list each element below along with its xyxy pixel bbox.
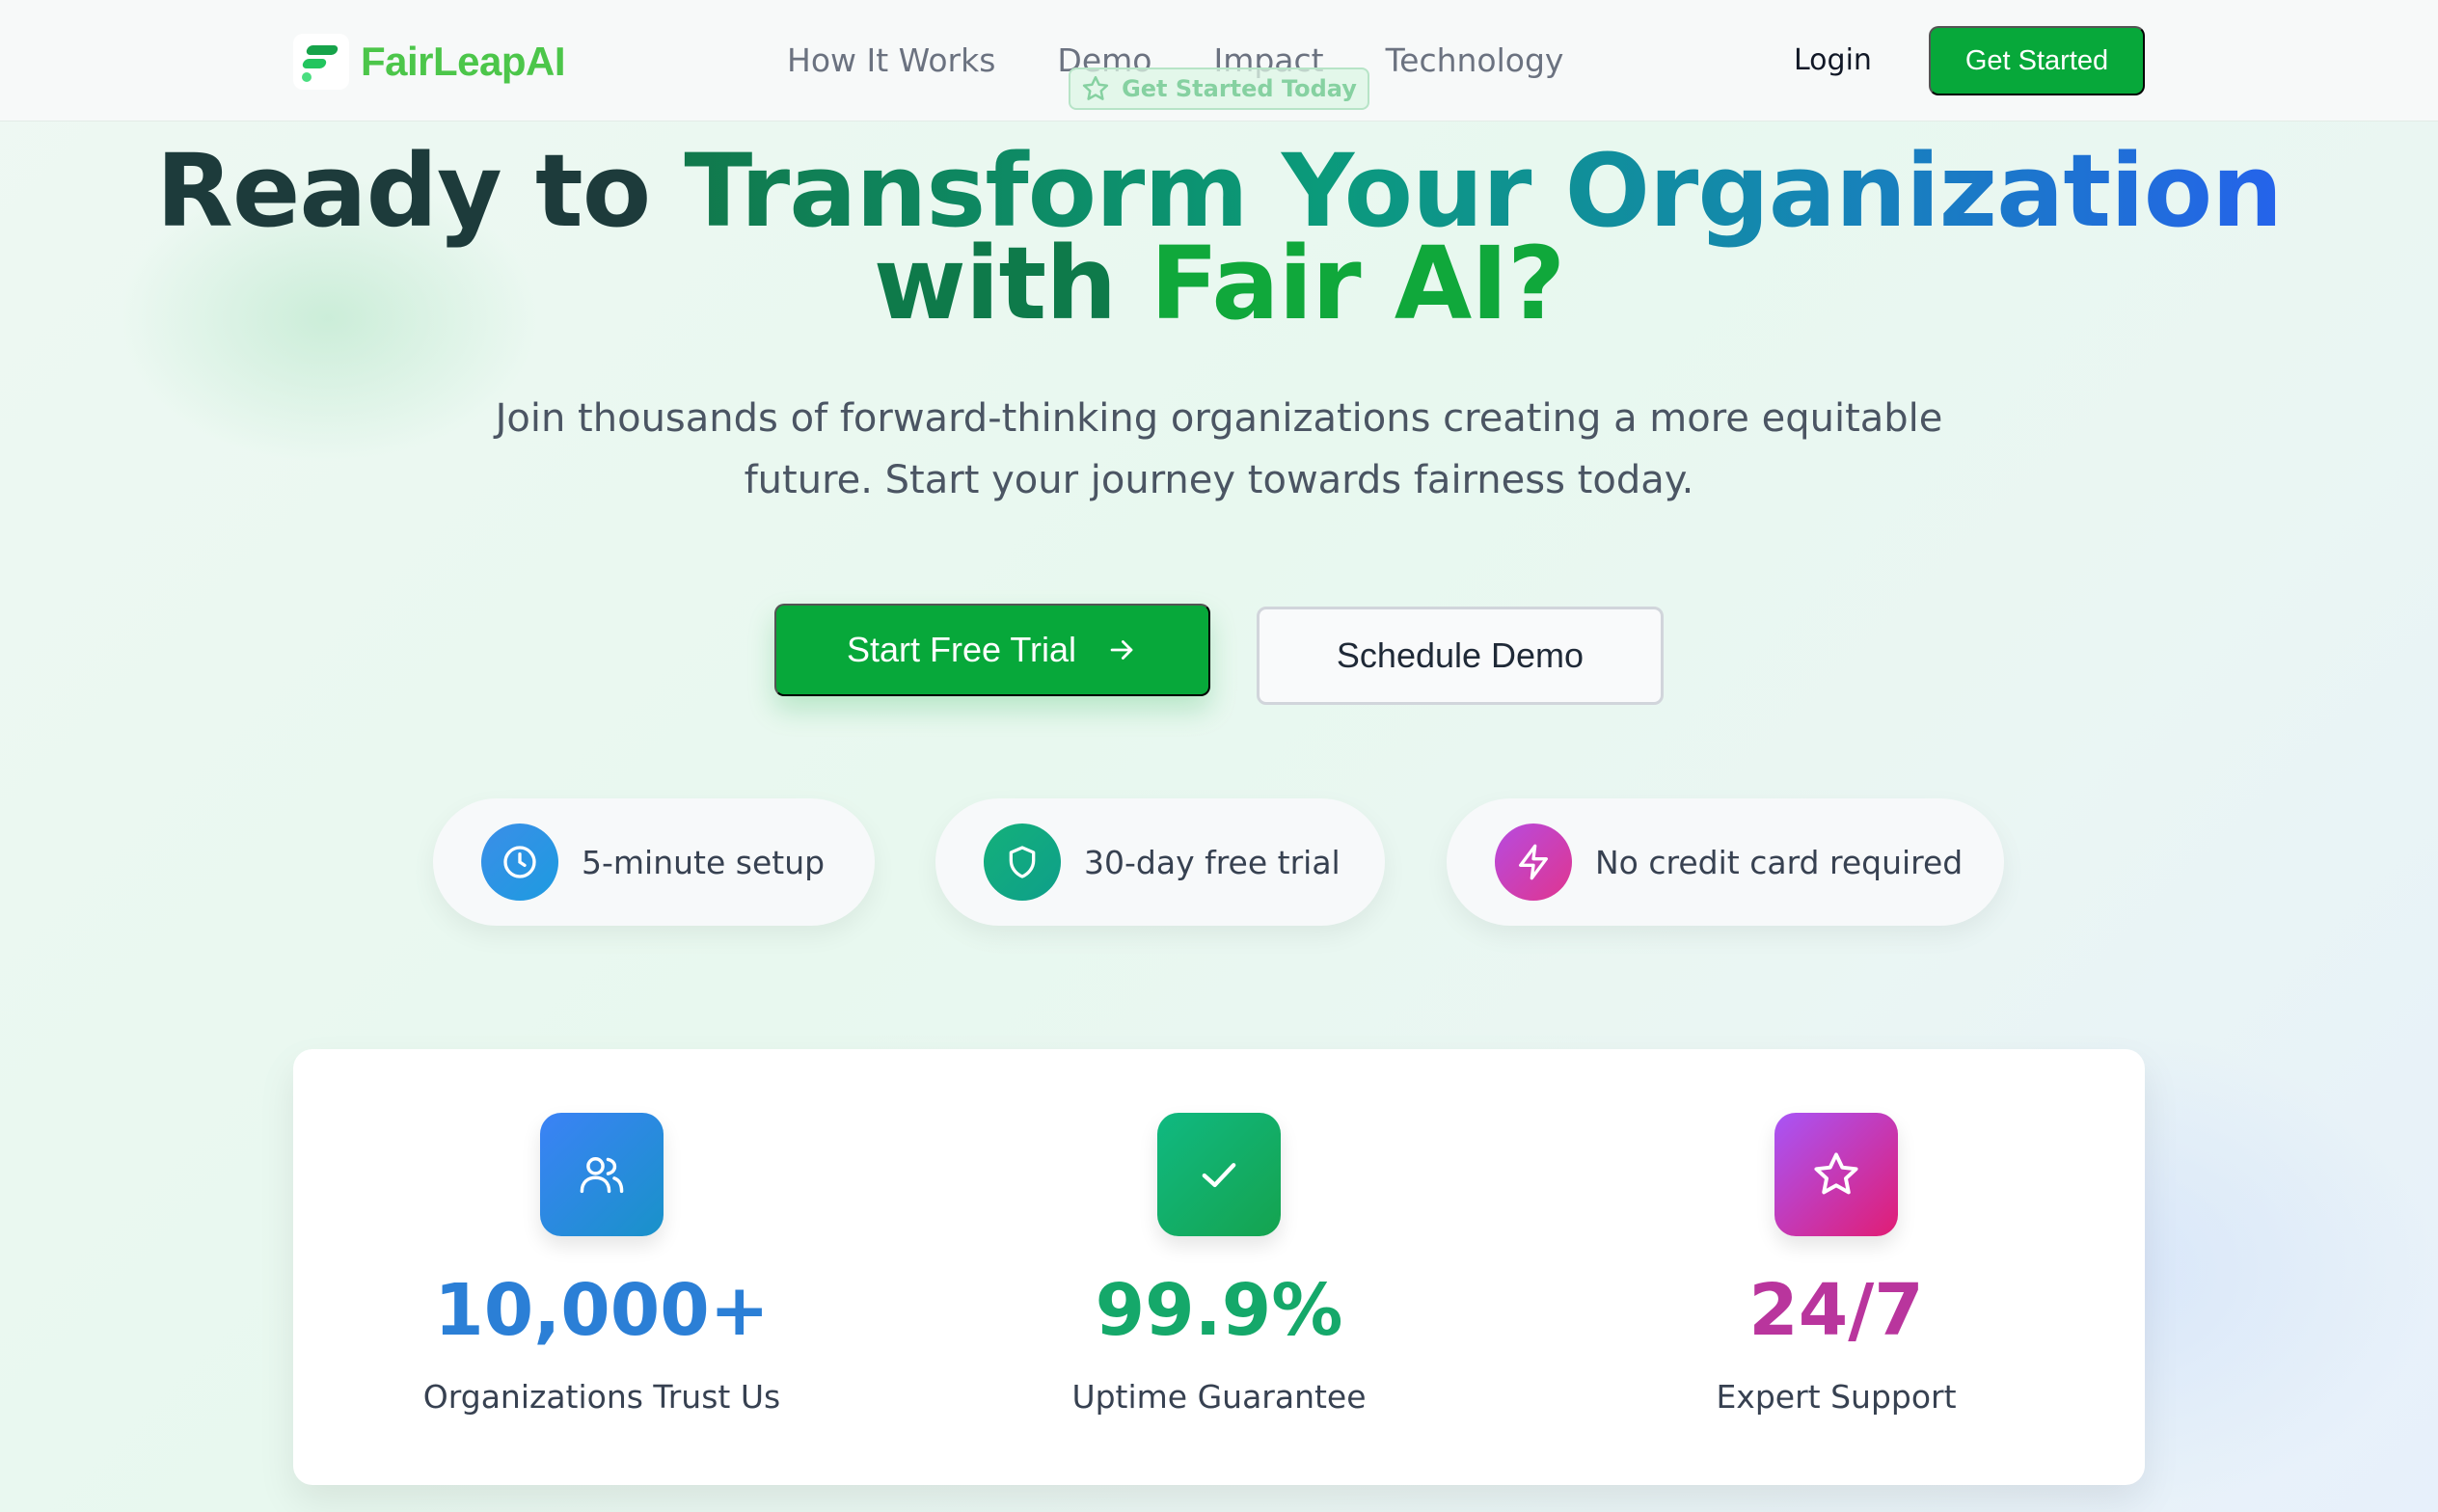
badge-label: Get Started Today xyxy=(1122,75,1357,102)
stat-uptime: 99.9% Uptime Guarantee xyxy=(910,1049,1528,1485)
get-started-today-badge: Get Started Today xyxy=(1069,68,1369,110)
logo-icon xyxy=(293,34,349,90)
feature-pill-no-card: No credit card required xyxy=(1447,798,2004,926)
shield-icon xyxy=(984,824,1061,901)
start-free-trial-button[interactable]: Start Free Trial xyxy=(774,604,1210,696)
page-headline: Ready to Transform Your Organization wit… xyxy=(0,141,2438,334)
star-icon xyxy=(1082,75,1109,100)
feature-pill-trial: 30-day free trial xyxy=(935,798,1385,926)
stat-value: 10,000+ xyxy=(434,1269,770,1352)
subtitle-line-2: future. Start your journey towards fairn… xyxy=(744,458,1694,502)
lightning-icon xyxy=(1495,824,1572,901)
users-icon xyxy=(540,1113,664,1236)
check-icon xyxy=(1157,1113,1281,1236)
headline-part-3: with xyxy=(873,225,1151,342)
arrow-right-icon xyxy=(1110,640,1133,660)
start-free-trial-label: Start Free Trial xyxy=(846,630,1077,669)
star-icon xyxy=(1774,1113,1898,1236)
stat-label: Expert Support xyxy=(1716,1378,1957,1416)
feature-pill-setup: 5-minute setup xyxy=(433,798,875,926)
stat-value: 99.9% xyxy=(1095,1269,1343,1352)
stat-support: 24/7 Expert Support xyxy=(1528,1049,2145,1485)
schedule-demo-button[interactable]: Schedule Demo xyxy=(1257,607,1664,705)
feature-label: 30-day free trial xyxy=(1084,843,1341,881)
hero-subtitle: Join thousands of forward-thinking organ… xyxy=(424,388,2014,511)
feature-label: No credit card required xyxy=(1595,843,1964,881)
headline-part-1: Ready to xyxy=(155,132,685,250)
stat-label: Uptime Guarantee xyxy=(1071,1378,1367,1416)
stat-value: 24/7 xyxy=(1748,1269,1924,1352)
headline-part-4: Fair AI? xyxy=(1150,225,1565,342)
top-navbar: FairLeapAI How It Works Demo Impact Tech… xyxy=(0,0,2438,122)
brand-logo[interactable]: FairLeapAI xyxy=(293,33,566,91)
brand-name: FairLeapAI xyxy=(361,39,566,84)
feature-label: 5-minute setup xyxy=(582,843,826,881)
get-started-button[interactable]: Get Started xyxy=(1929,26,2145,95)
stat-organizations: 10,000+ Organizations Trust Us xyxy=(293,1049,910,1485)
nav-link-how-it-works[interactable]: How It Works xyxy=(787,37,995,85)
nav-link-technology[interactable]: Technology xyxy=(1386,37,1564,85)
stats-card: 10,000+ Organizations Trust Us 99.9% Upt… xyxy=(293,1049,2145,1485)
login-link[interactable]: Login xyxy=(1794,37,1872,85)
subtitle-line-1: Join thousands of forward-thinking organ… xyxy=(495,396,1943,441)
clock-icon xyxy=(481,824,558,901)
stat-label: Organizations Trust Us xyxy=(422,1378,781,1416)
